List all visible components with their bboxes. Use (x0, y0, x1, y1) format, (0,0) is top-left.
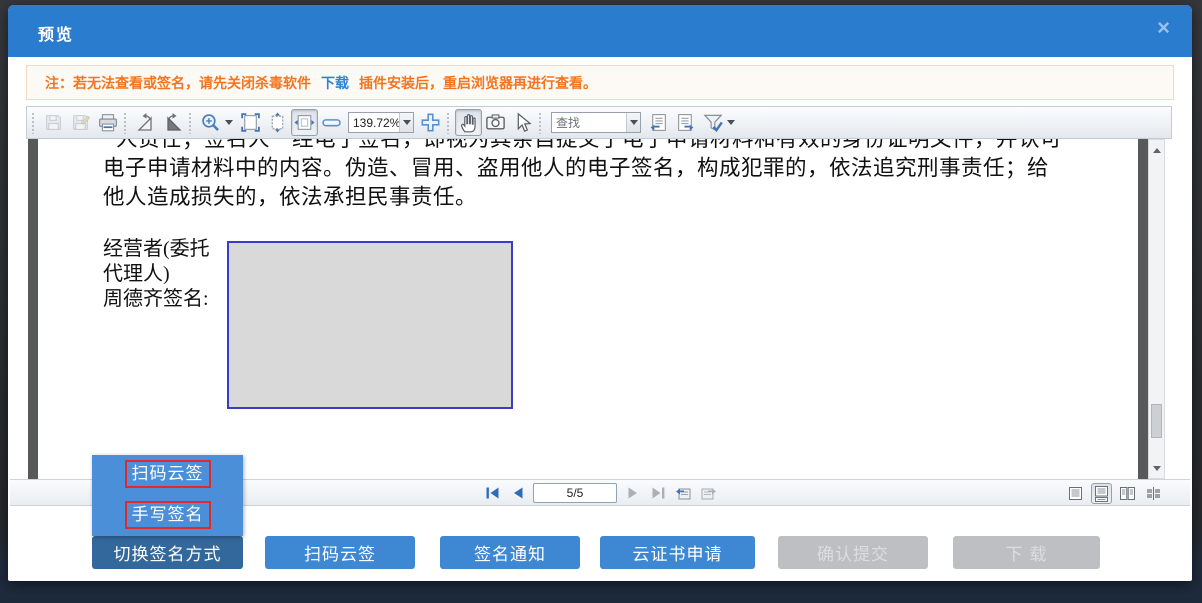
toolbar-grip (188, 112, 193, 134)
document-line: 电子申请材料中的内容。伪造、冒用、盗用他人的电子签名，构成犯罪的，依法追究刑事责… (103, 154, 1118, 183)
toolbar-grip (31, 112, 36, 134)
hand-icon (458, 112, 480, 134)
dialog-title: 预览 (38, 21, 74, 45)
toolbar-grip (446, 112, 451, 134)
print-icon (98, 113, 118, 133)
save-button (40, 109, 67, 136)
pdf-viewer: 人责任；签名人一经电子签名，即视为其亲自提交了电子申请材料和有效的身份证明文件，… (28, 139, 1165, 479)
select-tool-button[interactable] (509, 109, 536, 136)
fit-visible-button[interactable] (291, 109, 318, 136)
document-text: 人责任；签名人一经电子签名，即视为其亲自提交了电子申请材料和有效的身份证明文件，… (103, 139, 1118, 212)
pdf-page: 人责任；签名人一经电子签名，即视为其亲自提交了电子申请材料和有效的身份证明文件，… (38, 139, 1138, 479)
save-icon (44, 113, 63, 132)
save-as-button (67, 109, 94, 136)
cursor-icon (512, 112, 533, 133)
previous-view-button[interactable] (674, 484, 692, 502)
signature-notice-button[interactable]: 签名通知 (440, 536, 580, 569)
search-dropdown-caret[interactable] (626, 113, 640, 132)
find-next-icon (675, 112, 696, 133)
filter-dropdown-caret[interactable] (727, 120, 735, 125)
search-input[interactable]: 查找 (551, 112, 641, 133)
filter-signatures-button[interactable] (699, 109, 726, 136)
search-value: 查找 (552, 114, 626, 131)
download-button: 下 载 (953, 536, 1100, 569)
notice-bar: 注：若无法查看或签名，请先关闭杀毒软件下载插件安装后，重启浏览器再进行查看。 (26, 65, 1174, 100)
dialog-header: 预览 × (8, 5, 1192, 57)
scan-cloud-sign-button[interactable]: 扫码云签 (265, 536, 415, 569)
cloud-certificate-apply-button[interactable]: 云证书申请 (600, 536, 755, 569)
print-button[interactable] (94, 109, 121, 136)
zoom-in-button[interactable] (417, 109, 444, 136)
fit-page-icon (240, 112, 261, 133)
plus-icon (420, 112, 441, 133)
rotate-left-icon (135, 112, 157, 134)
zoom-tool-button[interactable] (197, 109, 224, 136)
find-previous-button[interactable] (645, 109, 672, 136)
vertical-scrollbar[interactable] (1148, 139, 1165, 479)
zoom-level-combobox[interactable]: 139.72% (348, 112, 414, 133)
last-page-button (649, 484, 667, 502)
viewer-viewport: 人责任；签名人一经电子签名，即视为其亲自提交了电子申请材料和有效的身份证明文件，… (28, 139, 1148, 479)
menu-item-scan-cloud-sign[interactable]: 扫码云签 (125, 460, 211, 488)
camera-icon (485, 112, 506, 133)
page-layout-controls (1065, 483, 1164, 504)
document-line: 人责任；签名人一经电子签名，即视为其亲自提交了电子申请材料和有效的身份证明文件，… (103, 139, 1118, 154)
document-line: 他人造成损失的，依法承担民事责任。 (103, 183, 1118, 212)
find-previous-icon (648, 112, 669, 133)
rotate-right-icon (162, 112, 184, 134)
toolbar-grip (538, 112, 543, 134)
previous-page-button[interactable] (508, 484, 526, 502)
pdf-toolbar: 139.72% 查找 (26, 106, 1172, 139)
find-next-button[interactable] (672, 109, 699, 136)
screen-background: 预览 × 注：若无法查看或签名，请先关闭杀毒软件下载插件安装后，重启浏览器再进行… (0, 0, 1202, 603)
minus-icon (321, 112, 342, 133)
page-navigation: 5/5 (483, 480, 717, 505)
notice-text-before: 注：若无法查看或签名，请先关闭杀毒软件 (45, 73, 311, 93)
page-number-input[interactable]: 5/5 (533, 483, 617, 503)
scroll-down-arrow-icon[interactable] (1149, 460, 1164, 476)
facing-pages-layout-button[interactable] (1117, 483, 1138, 504)
toolbar-grip (123, 112, 128, 134)
funnel-check-icon (702, 112, 724, 134)
continuous-layout-button[interactable] (1091, 483, 1112, 504)
zoom-level-value: 139.72% (349, 116, 399, 130)
snapshot-tool-button[interactable] (482, 109, 509, 136)
notice-text-after: 插件安装后，重启浏览器再进行查看。 (359, 73, 597, 93)
scroll-up-arrow-icon[interactable] (1149, 142, 1164, 158)
signature-method-menu: 扫码云签 手写签名 (92, 455, 243, 536)
facing-continuous-layout-button[interactable] (1143, 483, 1164, 504)
rotate-left-button[interactable] (132, 109, 159, 136)
fit-width-button[interactable] (264, 109, 291, 136)
confirm-submit-button: 确认提交 (778, 536, 928, 569)
switch-signature-method-button[interactable]: 切换签名方式 (92, 536, 243, 569)
magnifier-plus-icon (200, 112, 221, 133)
next-view-button (699, 484, 717, 502)
download-plugin-link[interactable]: 下载 (321, 73, 349, 93)
single-page-layout-button[interactable] (1065, 483, 1086, 504)
save-as-icon (71, 113, 90, 132)
menu-item-handwritten-sign[interactable]: 手写签名 (125, 501, 211, 529)
hand-tool-button[interactable] (455, 109, 482, 136)
zoom-tool-dropdown-caret[interactable] (225, 120, 233, 125)
fit-visible-icon (294, 112, 315, 133)
scrollbar-thumb[interactable] (1151, 404, 1162, 438)
fit-page-button[interactable] (237, 109, 264, 136)
fit-width-icon (267, 112, 288, 133)
preview-dialog: 预览 × 注：若无法查看或签名，请先关闭杀毒软件下载插件安装后，重启浏览器再进行… (8, 5, 1192, 581)
next-page-button (624, 484, 642, 502)
signature-box[interactable] (227, 241, 513, 409)
rotate-right-button[interactable] (159, 109, 186, 136)
zoom-level-caret[interactable] (399, 113, 413, 132)
signature-field-label: 经营者(委托 代理人) 周德齐签名: (103, 237, 210, 312)
first-page-button[interactable] (483, 484, 501, 502)
zoom-out-button[interactable] (318, 109, 345, 136)
close-icon[interactable]: × (1157, 17, 1170, 39)
